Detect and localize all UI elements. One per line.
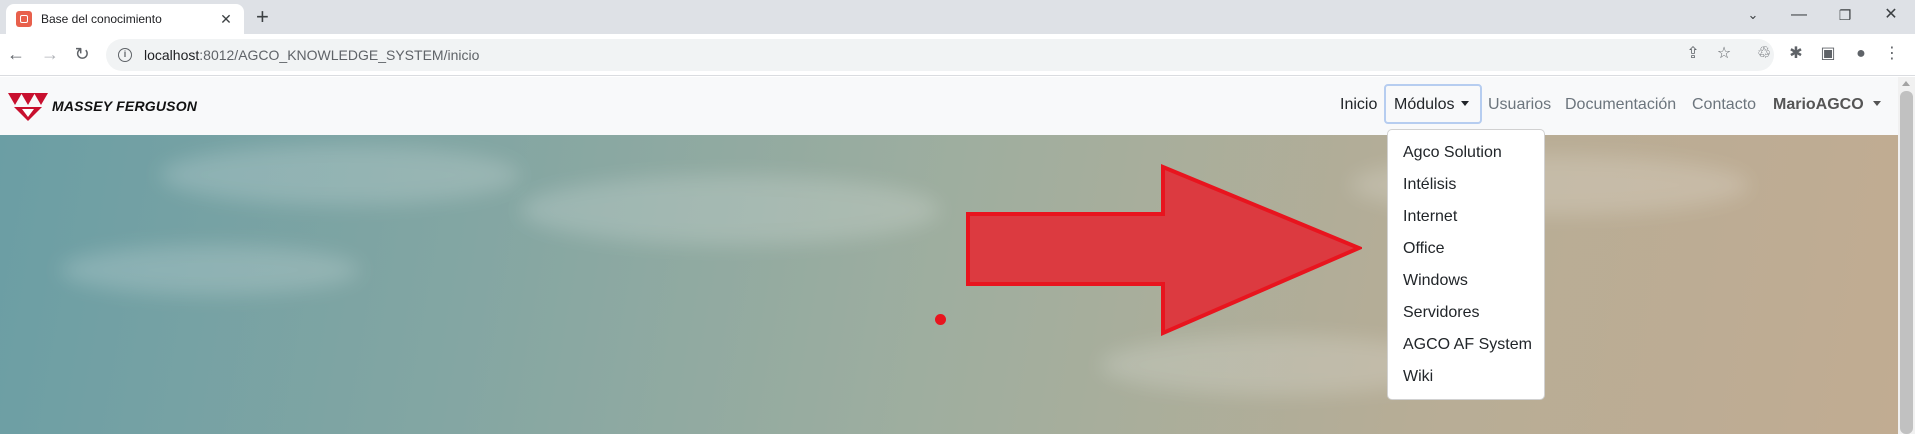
massey-ferguson-triple-triangle-icon [8, 93, 48, 121]
menu-item-office[interactable]: Office [1403, 240, 1445, 258]
browser-tab-strip: Base del conocimiento ✕ + ⌄ — ❐ ✕ [0, 0, 1915, 34]
reload-icon[interactable]: ↻ [70, 43, 94, 65]
new-tab-icon[interactable]: + [256, 6, 269, 28]
brand-logo[interactable]: MASSEY FERGUSON [8, 91, 197, 121]
forward-icon[interactable]: → [38, 43, 62, 65]
restore-icon[interactable]: ❐ [1822, 4, 1868, 26]
modulos-dropdown-menu: Agco Solution Intélisis Internet Office … [1387, 129, 1545, 400]
menu-item-intelisis[interactable]: Intélisis [1403, 176, 1456, 194]
caret-down-icon [1461, 101, 1470, 106]
menu-kebab-icon[interactable]: ⋮ [1882, 44, 1902, 64]
caret-down-icon [1872, 101, 1881, 106]
nav-inicio[interactable]: Inicio [1340, 96, 1377, 114]
scrollbar-thumb[interactable] [1900, 91, 1913, 434]
recycle-icon[interactable]: ♲ [1754, 44, 1774, 64]
side-panel-icon[interactable]: ▣ [1818, 44, 1838, 64]
site-navbar: MASSEY FERGUSON Inicio Módulos Usuarios … [0, 77, 1898, 135]
brand-name: MASSEY FERGUSON [52, 98, 198, 114]
scroll-up-arrow-icon[interactable] [1902, 81, 1910, 86]
red-annotation-dot [935, 314, 946, 325]
back-icon[interactable]: ← [4, 43, 28, 65]
menu-item-wiki[interactable]: Wiki [1403, 368, 1433, 386]
nav-contacto[interactable]: Contacto [1692, 96, 1756, 114]
tab-title: Base del conocimiento [41, 12, 162, 26]
minimize-icon[interactable]: — [1776, 4, 1822, 26]
url-path: :8012/AGCO_KNOWLEDGE_SYSTEM/inicio [199, 47, 480, 63]
browser-toolbar: ← → ↻ i localhost :8012/AGCO_KNOWLEDGE_S… [0, 34, 1915, 76]
page-viewport: MASSEY FERGUSON Inicio Módulos Usuarios … [0, 77, 1915, 434]
menu-item-agco-solution[interactable]: Agco Solution [1403, 144, 1502, 162]
tab-search-icon[interactable]: ⌄ [1730, 4, 1776, 26]
site-favicon-icon [16, 11, 32, 27]
share-icon[interactable]: ⇪ [1683, 44, 1703, 64]
menu-item-windows[interactable]: Windows [1403, 272, 1468, 290]
menu-item-agco-af-system[interactable]: AGCO AF System [1403, 336, 1532, 354]
extensions-icon[interactable]: ✱ [1786, 44, 1806, 64]
user-name: MarioAGCO [1773, 96, 1864, 113]
nav-usuarios[interactable]: Usuarios [1488, 96, 1551, 114]
nav-modulos-label: Módulos [1394, 96, 1455, 113]
close-window-icon[interactable]: ✕ [1868, 4, 1914, 26]
profile-icon[interactable]: ● [1851, 44, 1871, 64]
menu-item-internet[interactable]: Internet [1403, 208, 1457, 226]
nav-modulos-toggle[interactable]: Módulos [1394, 96, 1470, 114]
nav-user-dropdown[interactable]: MarioAGCO [1773, 96, 1881, 114]
bookmark-star-icon[interactable]: ☆ [1714, 44, 1734, 64]
close-tab-icon[interactable]: ✕ [218, 11, 234, 28]
site-info-icon[interactable]: i [118, 48, 132, 62]
browser-tab[interactable]: Base del conocimiento ✕ [6, 4, 244, 34]
menu-item-servidores[interactable]: Servidores [1403, 304, 1479, 322]
hero-sky-background [0, 135, 1898, 434]
page-scrollbar[interactable] [1898, 77, 1915, 434]
url-host: localhost [144, 47, 200, 63]
nav-documentacion[interactable]: Documentación [1565, 96, 1676, 114]
address-bar[interactable]: i localhost :8012/AGCO_KNOWLEDGE_SYSTEM/… [106, 39, 1774, 71]
red-annotation-arrow [966, 164, 1362, 336]
